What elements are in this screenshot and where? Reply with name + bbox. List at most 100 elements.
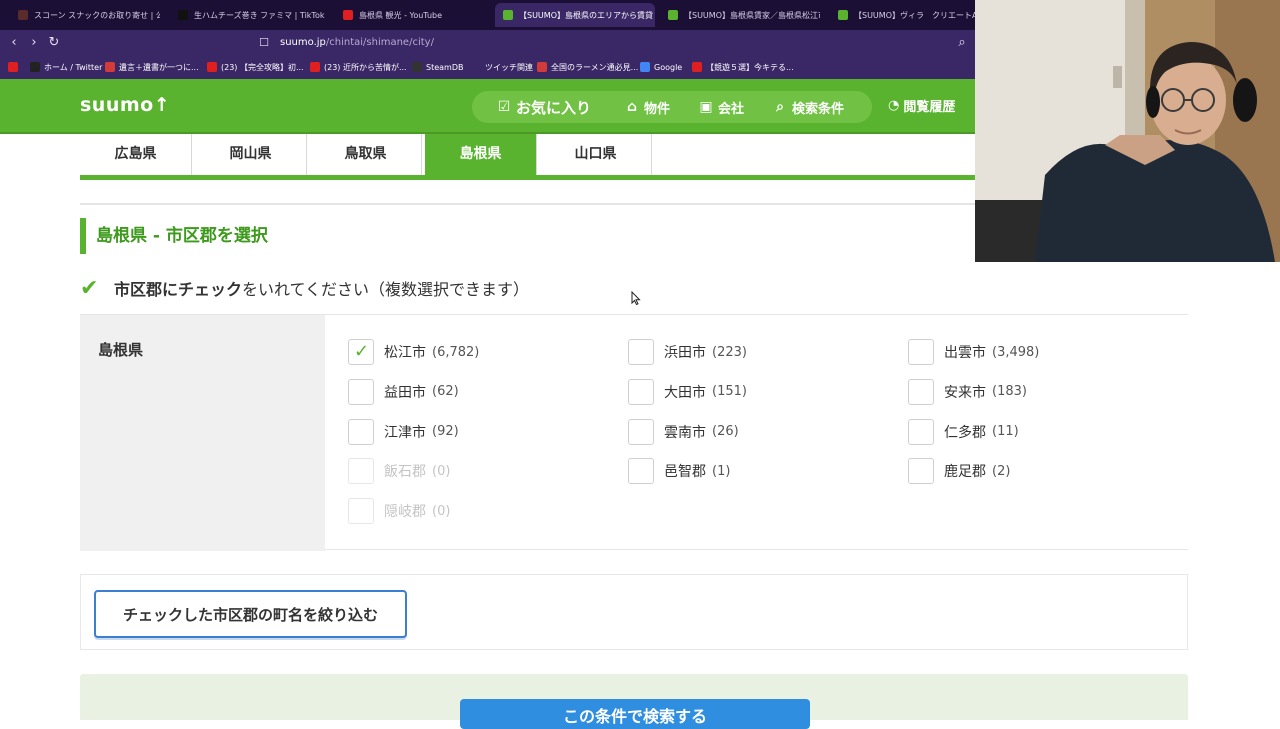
city-checkbox-item[interactable]: 出雲市 (3,498) xyxy=(908,339,1039,365)
checkbox-icon: ☑ xyxy=(497,99,511,115)
bookmark-icon[interactable]: ☐ xyxy=(256,35,272,51)
city-checkbox-item: 飯石郡 (0) xyxy=(348,458,451,485)
search-icon: ⌕ xyxy=(776,99,784,115)
city-checkbox-item[interactable]: 安来市 (183) xyxy=(908,378,1027,405)
bookmark-item[interactable] xyxy=(8,60,18,74)
bookmark-item[interactable]: Google xyxy=(640,60,682,74)
favorites-menu[interactable]: ☑ お気に入り xyxy=(496,96,591,118)
city-count: (92) xyxy=(432,424,459,440)
city-checkbox-item[interactable]: 浜田市 (223) xyxy=(628,339,747,365)
city-checkbox-item[interactable]: 大田市 (151) xyxy=(628,378,747,405)
prefecture-label: 島根県 xyxy=(98,341,144,359)
browser-tab[interactable]: 生ハムチーズ巻き ファミマ | TikTok xyxy=(170,3,325,27)
prefecture-tab[interactable]: 岡山県 xyxy=(195,134,307,175)
bookmark-favicon-icon xyxy=(640,62,650,72)
city-checkbox[interactable] xyxy=(348,418,374,445)
city-checkbox[interactable] xyxy=(628,378,654,405)
tab-label: 島根県 観光 - YouTube xyxy=(359,10,443,20)
home-icon: ⌂ xyxy=(626,99,638,115)
properties-label: 物件 xyxy=(644,101,671,117)
city-checkbox[interactable] xyxy=(908,339,934,365)
city-name: 益田市 xyxy=(384,384,426,401)
city-checkbox-item[interactable]: 鹿足郡 (2) xyxy=(908,458,1011,485)
bookmark-item[interactable]: SteamDB xyxy=(412,60,463,74)
tab-favicon-icon xyxy=(343,10,353,20)
webcam-overlay xyxy=(975,0,1280,262)
prefecture-label-cell: 島根県 xyxy=(80,315,325,551)
search-button[interactable]: この条件で検索する xyxy=(460,699,810,729)
city-name: 安来市 xyxy=(944,384,986,401)
search-conditions-menu[interactable]: ⌕ 検索条件 xyxy=(772,96,844,118)
city-checkbox-item[interactable]: 益田市 (62) xyxy=(348,378,459,405)
city-name: 飯石郡 xyxy=(384,464,426,481)
city-name: 出雲市 xyxy=(944,345,986,361)
bookmark-favicon-icon xyxy=(207,62,217,72)
back-icon[interactable]: ‹ xyxy=(6,35,22,51)
city-checkbox-item[interactable]: 邑智郡 (1) xyxy=(628,458,730,485)
city-checkbox[interactable] xyxy=(628,339,654,365)
filter-towns-button[interactable]: チェックした市区郡の町名を絞り込む xyxy=(94,590,407,638)
filter-area: チェックした市区郡の町名を絞り込む xyxy=(80,574,1188,650)
city-checkbox[interactable] xyxy=(628,458,654,485)
city-checkbox-item[interactable]: 江津市 (92) xyxy=(348,418,459,445)
url-host: suumo.jp xyxy=(280,37,326,48)
company-menu[interactable]: ▣ 会社 xyxy=(698,96,744,118)
reload-icon[interactable]: ↻ xyxy=(46,35,62,51)
city-count: (6,782) xyxy=(432,344,480,360)
search-conditions-label: 検索条件 xyxy=(792,101,845,117)
check-icon: ✓ xyxy=(354,341,370,362)
city-count: (2) xyxy=(992,463,1011,479)
prefecture-tab[interactable]: 島根県 xyxy=(425,134,537,175)
forward-icon[interactable]: › xyxy=(26,35,42,51)
tab-favicon-icon xyxy=(503,10,513,20)
city-checkbox[interactable]: ✓ xyxy=(348,339,374,365)
prefecture-tab[interactable]: 鳥取県 xyxy=(310,134,422,175)
city-checkbox[interactable] xyxy=(908,378,934,405)
bookmark-item[interactable]: 遺言＋遺書が一つに... xyxy=(105,60,199,74)
bookmark-item[interactable]: (23) 【完全攻略】初... xyxy=(207,60,304,74)
bookmark-item[interactable]: 全国のラーメン通必見... xyxy=(537,60,638,74)
streamer-camera-image xyxy=(975,0,1280,262)
prefecture-tab[interactable]: 山口県 xyxy=(540,134,652,175)
city-checkbox xyxy=(348,458,374,485)
bookmark-label: SteamDB xyxy=(426,62,464,72)
briefcase-icon: ▣ xyxy=(699,99,713,115)
city-checkbox[interactable] xyxy=(908,418,934,445)
tab-label: 生ハムチーズ巻き ファミマ | TikTok xyxy=(194,10,325,20)
bookmark-label: 【競遊５選】今キテる... xyxy=(706,62,794,72)
history-menu[interactable]: ◔ 閲覧履歴 xyxy=(888,96,955,115)
city-checkbox-item: 隠岐郡 (0) xyxy=(348,498,451,525)
bookmark-item[interactable]: ツイッチ関連 xyxy=(471,60,533,74)
bookmark-item[interactable]: ホーム / Twitter xyxy=(30,60,102,74)
prefecture-tab[interactable]: 広島県 xyxy=(80,134,192,175)
tab-favicon-icon xyxy=(838,10,848,20)
browser-tab[interactable]: 【SUUMO】島根県のエリアから賃貸× xyxy=(495,3,655,27)
zoom-icon[interactable]: ⌕ xyxy=(954,35,970,51)
city-checkbox[interactable] xyxy=(348,378,374,405)
url-field[interactable]: suumo.jp/chintai/shimane/city/ xyxy=(280,34,434,51)
city-checkbox-item[interactable]: ✓ 松江市 (6,782) xyxy=(348,339,479,365)
city-checkbox-item[interactable]: 雲南市 (26) xyxy=(628,418,739,445)
city-count: (0) xyxy=(432,503,451,519)
city-checkbox[interactable] xyxy=(908,458,934,485)
browser-tab[interactable]: 島根県 観光 - YouTube xyxy=(335,3,485,27)
browser-tab[interactable]: スコーン スナックのお取り寄せ | 公式通販 xyxy=(10,3,160,27)
browser-tab[interactable]: 【SUUMO】島根県賃家／島根県松江市... xyxy=(660,3,820,27)
city-name: 邑智郡 xyxy=(664,464,706,481)
city-count: (0) xyxy=(432,463,451,479)
properties-menu[interactable]: ⌂ 物件 xyxy=(624,96,670,118)
suumo-logo[interactable]: suumo↑ xyxy=(80,94,170,116)
browser-tab[interactable]: 【SUUMO】ヴィラ クリエートA／島根県... xyxy=(830,3,975,27)
clock-icon: ◔ xyxy=(888,98,900,113)
bookmark-item[interactable]: 【競遊５選】今キテる... xyxy=(692,60,794,74)
bookmark-favicon-icon xyxy=(8,62,18,72)
city-name: 浜田市 xyxy=(664,345,706,361)
bookmark-label: (23) 【完全攻略】初... xyxy=(221,62,304,72)
tab-favicon-icon xyxy=(178,10,188,20)
city-count: (183) xyxy=(992,384,1027,400)
city-checkbox[interactable] xyxy=(628,418,654,445)
city-name: 雲南市 xyxy=(664,424,706,441)
bookmark-item[interactable]: (23) 近所から苦情が... xyxy=(310,60,407,74)
bookmark-label: 全国のラーメン通必見... xyxy=(551,62,639,72)
city-checkbox-item[interactable]: 仁多郡 (11) xyxy=(908,418,1019,445)
